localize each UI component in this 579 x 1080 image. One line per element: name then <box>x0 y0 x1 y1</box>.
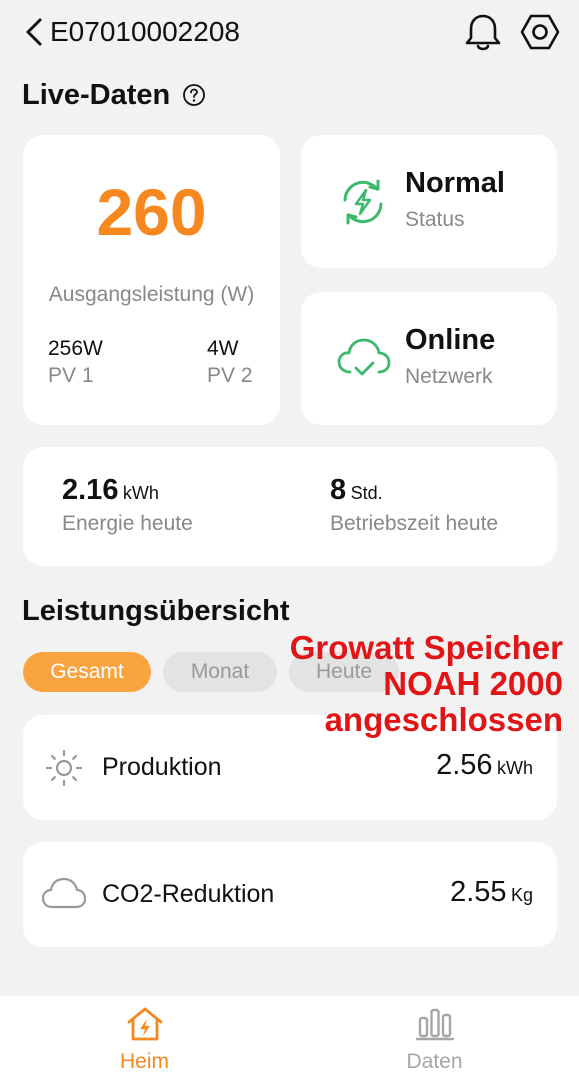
production-value: 2.56 <box>436 749 493 781</box>
runtime-today-value: 8 <box>330 474 347 506</box>
pv1-value: 256W <box>48 337 103 360</box>
device-id-title: E07010002208 <box>50 16 240 47</box>
status-card: Normal Status <box>301 135 557 268</box>
nav-home-label: Heim <box>119 1050 169 1073</box>
question-circle-icon <box>183 84 205 106</box>
runtime-today-unit: Std. <box>350 483 383 503</box>
energy-today-unit: kWh <box>122 483 159 503</box>
output-power-value: 260 <box>96 175 207 249</box>
energy-today-value-group: 2.16 kWh <box>62 474 159 507</box>
co2-unit: Kg <box>510 885 533 905</box>
pv2-label: PV 2 <box>207 364 253 387</box>
production-value-group: 2.56 kWh <box>436 749 533 782</box>
home-bolt-icon <box>127 1007 163 1041</box>
network-card: Online Netzwerk <box>301 292 557 425</box>
pv1-label: PV 1 <box>48 364 94 387</box>
pv2-value: 4W <box>207 337 239 360</box>
overlay-line-2: NOAH 2000 <box>383 665 563 702</box>
status-value: Normal <box>405 167 505 199</box>
sun-icon <box>45 749 83 787</box>
chevron-left-icon <box>26 18 42 46</box>
network-label: Netzwerk <box>405 365 493 388</box>
output-power-label: Ausgangsleistung (W) <box>48 283 255 306</box>
co2-label: CO2-Reduktion <box>102 880 275 908</box>
co2-value-group: 2.55 Kg <box>450 876 533 909</box>
overlay-annotation: Growatt Speicher NOAH 2000 angeschlossen <box>290 630 563 738</box>
daily-summary-card: 2.16 kWh Energie heute 8 Std. Betriebsze… <box>23 447 557 566</box>
help-button[interactable] <box>182 83 206 107</box>
cloud-check-icon <box>337 338 391 376</box>
bar-chart-icon <box>416 1008 454 1041</box>
tab-monat[interactable]: Monat <box>163 652 277 692</box>
output-power-card: 260 Ausgangsleistung (W) 256W PV 1 4W PV… <box>23 135 280 425</box>
network-value: Online <box>405 324 496 356</box>
settings-button[interactable] <box>520 12 560 52</box>
back-button[interactable] <box>20 14 50 50</box>
energy-today-label: Energie heute <box>62 512 193 535</box>
notifications-button[interactable] <box>464 12 502 52</box>
cloud-icon <box>41 877 87 909</box>
runtime-today-value-group: 8 Std. <box>330 474 383 507</box>
status-label: Status <box>405 208 465 231</box>
nav-home[interactable]: Heim <box>0 996 289 1080</box>
bell-icon <box>465 14 501 51</box>
production-unit: kWh <box>497 758 533 778</box>
nav-data[interactable]: Daten <box>290 996 579 1080</box>
sync-bolt-icon <box>343 179 383 225</box>
energy-today-value: 2.16 <box>62 474 119 506</box>
gear-icon <box>520 14 560 50</box>
production-label: Produktion <box>102 753 222 781</box>
overlay-line-1: Growatt Speicher <box>289 629 563 666</box>
nav-data-label: Daten <box>406 1050 463 1073</box>
overview-title: Leistungsübersicht <box>22 595 290 627</box>
live-data-title: Live-Daten <box>22 79 171 111</box>
bottom-nav: Heim Daten <box>0 996 579 1080</box>
overlay-line-3: angeschlossen <box>324 701 563 738</box>
tab-gesamt[interactable]: Gesamt <box>23 652 151 692</box>
co2-value: 2.55 <box>450 876 507 908</box>
co2-card: CO2-Reduktion 2.55 Kg <box>23 842 557 947</box>
runtime-today-label: Betriebszeit heute <box>330 512 499 535</box>
